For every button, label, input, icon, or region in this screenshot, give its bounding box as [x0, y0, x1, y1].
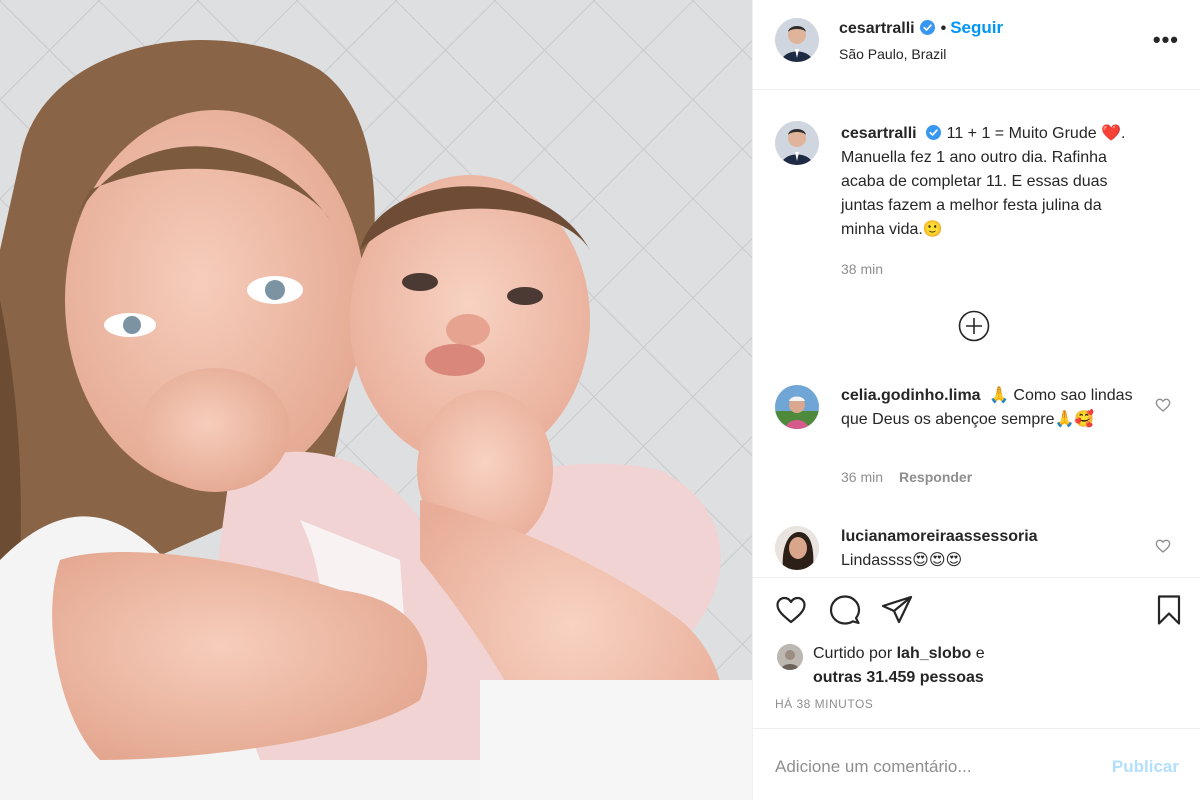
liker-avatar-image	[777, 644, 803, 670]
comment-input[interactable]	[775, 753, 1075, 781]
more-options-icon[interactable]: •••	[1153, 29, 1179, 51]
like-heart-icon[interactable]	[775, 594, 807, 626]
caption-avatar-image	[775, 121, 819, 165]
share-paper-plane-icon[interactable]	[881, 594, 913, 626]
follow-button[interactable]: Seguir	[950, 18, 1003, 37]
commenter-avatar[interactable]	[775, 385, 819, 429]
author-avatar[interactable]	[775, 18, 819, 62]
comment-bubble-icon[interactable]	[829, 594, 861, 626]
commenter-avatar-image	[775, 526, 819, 570]
liked-by-username[interactable]: lah_slobo	[897, 645, 972, 662]
likes-prefix: Curtido por	[813, 645, 893, 662]
verified-badge-icon	[925, 125, 941, 140]
comment-text: Lindassss😍😍😍	[841, 552, 963, 569]
like-comment-heart-icon[interactable]	[1155, 397, 1171, 413]
caption-time[interactable]: 38 min	[841, 261, 883, 277]
commenter-username[interactable]: lucianamoreiraassessoria	[841, 525, 1145, 549]
post-side-panel: cesartralli • Seguir São Paulo, Brazil •••	[752, 0, 1200, 800]
caption-username[interactable]: cesartralli	[841, 125, 917, 142]
commenter-avatar-image	[775, 385, 819, 429]
header-line: cesartralli • Seguir	[839, 18, 1003, 38]
author-avatar-image	[775, 18, 819, 62]
comment-body: celia.godinho.lima 🙏 Como sao lindas que…	[841, 384, 1149, 432]
comment-time[interactable]: 36 min	[841, 469, 883, 485]
verified-badge-icon	[919, 20, 935, 35]
separator-dot: •	[940, 20, 947, 37]
comments-section[interactable]: cesartralli 11 + 1 = Muito Grude ❤️. Manu…	[753, 91, 1200, 576]
publish-button[interactable]: Publicar	[1112, 757, 1179, 777]
reply-button[interactable]: Responder	[899, 469, 972, 485]
caption-body: cesartralli 11 + 1 = Muito Grude ❤️. Manu…	[841, 122, 1141, 242]
comment-meta: 36 min Responder	[841, 469, 972, 485]
post-photo[interactable]	[0, 0, 752, 800]
add-comment-bar: Publicar	[753, 728, 1200, 800]
author-username[interactable]: cesartralli	[839, 20, 915, 37]
liker-avatar[interactable]	[777, 644, 803, 670]
commenter-username[interactable]: celia.godinho.lima	[841, 387, 981, 404]
likes-text[interactable]: Curtido por lah_slobo e outras 31.459 pe…	[813, 642, 1173, 690]
post-header: cesartralli • Seguir São Paulo, Brazil •••	[753, 0, 1200, 90]
commenter-avatar[interactable]	[775, 526, 819, 570]
caption-avatar[interactable]	[775, 121, 819, 165]
like-comment-heart-icon[interactable]	[1155, 538, 1171, 554]
instagram-post: cesartralli • Seguir São Paulo, Brazil •••	[0, 0, 1200, 800]
comment-body: lucianamoreiraassessoria Lindassss😍😍😍	[841, 525, 1149, 573]
post-actions: Curtido por lah_slobo e outras 31.459 pe…	[753, 577, 1200, 711]
save-bookmark-icon[interactable]	[1153, 594, 1185, 626]
post-location[interactable]: São Paulo, Brazil	[839, 46, 946, 62]
likes-connector: e	[975, 645, 985, 662]
likes-count[interactable]: outras 31.459 pessoas	[813, 669, 984, 686]
post-timestamp[interactable]: HÁ 38 MINUTOS	[775, 697, 873, 711]
load-more-comments-icon[interactable]	[958, 310, 990, 342]
photo-illustration	[0, 0, 752, 800]
